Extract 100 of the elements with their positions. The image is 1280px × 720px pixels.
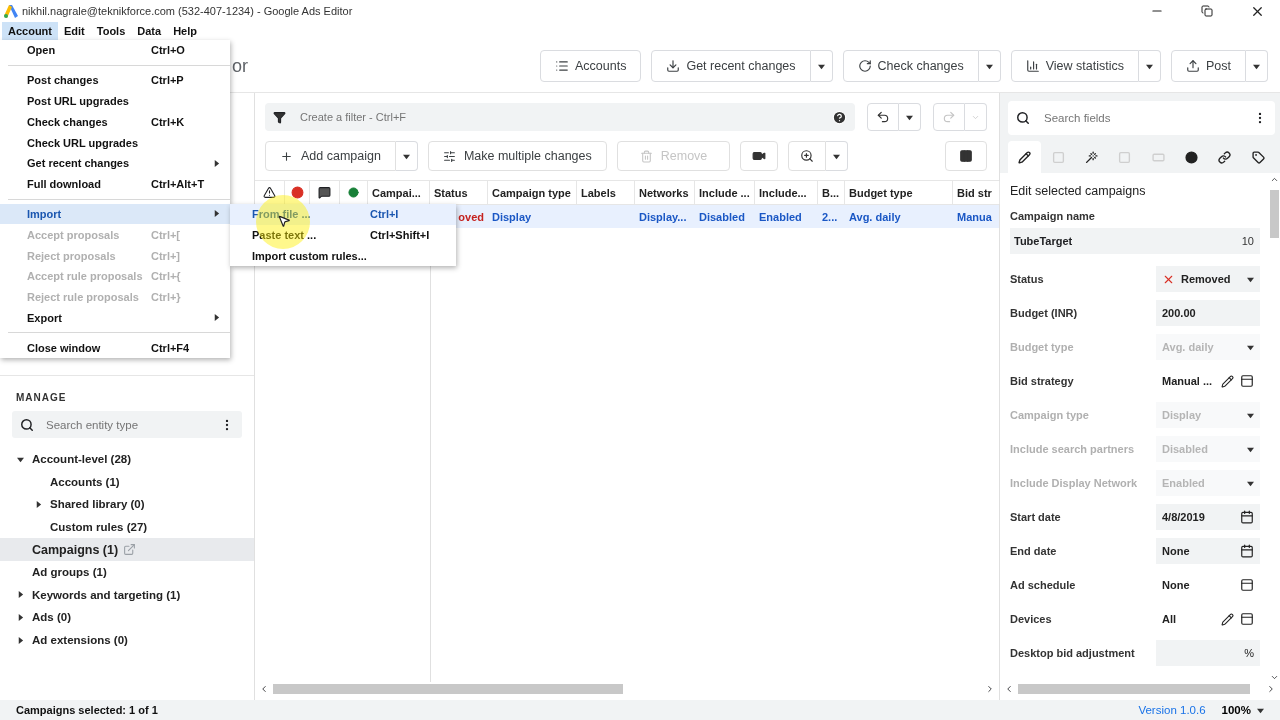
toolbar-button[interactable]: View statistics [1010, 50, 1139, 82]
multiple-changes-button[interactable]: Make multiple changes [427, 141, 607, 171]
scrollbar-thumb[interactable] [1018, 684, 1250, 694]
menu-item[interactable]: Tools [90, 22, 132, 40]
panel-button[interactable] [1240, 612, 1254, 626]
calendar-icon[interactable] [1240, 544, 1254, 558]
field-value: None [1162, 579, 1191, 591]
scrollbar-thumb[interactable] [273, 684, 623, 694]
panel-button[interactable] [1240, 374, 1254, 388]
scroll-left-icon[interactable] [1004, 684, 1014, 694]
search-box[interactable]: Search fields [1008, 101, 1275, 135]
column-header[interactable]: Budget type [845, 181, 953, 204]
date-field[interactable]: 4/8/2019 [1156, 504, 1260, 530]
refresh-icon [857, 59, 872, 73]
caret-icon [34, 501, 42, 508]
caret-icon [1146, 62, 1153, 70]
scroll-left-icon[interactable] [259, 684, 269, 694]
column-header[interactable]: Campaign type [488, 181, 577, 204]
filter-field[interactable]: Create a filter - Ctrl+F [298, 110, 820, 124]
menu-item[interactable]: Import [0, 203, 230, 225]
tree-item[interactable]: Shared library (0) [50, 498, 145, 511]
columns-icon [959, 149, 973, 163]
tree-item[interactable]: Keywords and targeting (1) [32, 588, 181, 601]
dropdown-button[interactable] [395, 141, 418, 171]
menu-item[interactable]: Edit [58, 22, 91, 40]
column-header[interactable]: B... [818, 181, 845, 204]
search-box[interactable]: Search entity type [12, 411, 242, 438]
field-label: End date [1010, 545, 1058, 557]
toolbar-button[interactable]: Post [1171, 50, 1246, 82]
menu-item[interactable]: Get recent changes [0, 153, 230, 174]
panel-tab[interactable] [1008, 141, 1042, 173]
scrollbar-thumb[interactable] [1269, 190, 1279, 238]
calendar-icon[interactable] [1240, 510, 1254, 524]
panel-button[interactable] [1240, 578, 1254, 592]
column-header[interactable]: Networks [635, 181, 695, 204]
caret-icon [16, 591, 24, 599]
columns-button[interactable] [945, 141, 987, 171]
field-label: Start date [1010, 511, 1062, 523]
column-header[interactable]: Include ... [695, 181, 755, 204]
undo-icon [876, 110, 890, 124]
upload-icon [1186, 59, 1200, 73]
caret-icon [1247, 411, 1254, 419]
menu-item[interactable]: Post changes Ctrl+P [0, 69, 230, 91]
menu-item[interactable]: Full download Ctrl+Alt+T [0, 173, 230, 195]
search-field[interactable]: Search fields [1042, 111, 1241, 125]
scroll-up-icon[interactable] [1269, 175, 1279, 184]
input-field[interactable]: 200.00 [1156, 300, 1260, 326]
panel-icon [1240, 374, 1254, 388]
version-link[interactable]: Version 1.0.6 [1138, 704, 1206, 716]
search-field[interactable]: Search entity type [44, 417, 210, 432]
edit-button[interactable] [1221, 612, 1234, 626]
search-icon [1016, 111, 1030, 125]
menu-item[interactable]: Post URL upgrades [0, 90, 230, 112]
menu-item[interactable]: Import custom rules... [230, 245, 456, 267]
scroll-down-icon[interactable] [1269, 673, 1279, 682]
input-field[interactable]: TubeTarget 10 [1010, 228, 1260, 254]
tree-item[interactable]: Custom rules (27) [50, 521, 148, 534]
dropdown-button[interactable] [899, 103, 921, 131]
undo-button[interactable] [867, 103, 899, 131]
column-header[interactable]: Bid str [953, 181, 1000, 204]
dropdown-button[interactable] [826, 141, 849, 171]
tree-item[interactable]: Accounts (1) [50, 475, 120, 488]
add-button[interactable]: Add campaign [265, 141, 396, 171]
tree-item[interactable]: Campaigns (1) [32, 542, 119, 557]
input-field[interactable]: % [1156, 640, 1260, 666]
toolbar-button[interactable]: Get recent changes [651, 50, 811, 82]
menu-item[interactable]: Close window Ctrl+F4 [0, 337, 230, 359]
tree-item[interactable]: Ads (0) [32, 611, 71, 624]
tree-item[interactable]: Account-level (28) [32, 453, 132, 466]
date-field[interactable]: None [1156, 538, 1260, 564]
search-icon [20, 417, 34, 432]
scroll-right-icon[interactable] [985, 684, 995, 694]
column-header[interactable]: Labels [577, 181, 635, 204]
menu-item[interactable]: Account [2, 22, 58, 40]
menu-item[interactable]: Data [131, 22, 168, 40]
menu-item[interactable]: Export [0, 307, 230, 329]
menu-item[interactable]: Open Ctrl+O [0, 40, 230, 61]
menu-item[interactable]: Check changes Ctrl+K [0, 111, 230, 133]
table-cell-text: Enabled [758, 209, 803, 225]
field-label: Include search partners [1010, 443, 1136, 455]
menu-item[interactable]: Check URL upgrades [0, 132, 230, 153]
video-button[interactable] [740, 141, 779, 171]
dropdown-field[interactable]: Removed [1156, 266, 1260, 292]
table-cell-text: oved [457, 209, 485, 225]
filter-box[interactable]: Create a filter - Ctrl+F [265, 103, 855, 131]
help-icon[interactable] [832, 109, 847, 125]
scroll-right-icon[interactable] [1266, 684, 1276, 694]
tree-item[interactable]: Ad extensions (0) [32, 634, 128, 647]
zoom-button[interactable] [788, 141, 827, 171]
edit-button[interactable] [1221, 374, 1234, 388]
toolbar-button[interactable]: Accounts [540, 50, 642, 82]
tree-item[interactable]: Ad groups (1) [32, 566, 107, 579]
tag-icon [1251, 150, 1265, 164]
redo-icon [942, 110, 956, 124]
selected-tree-row[interactable]: Campaigns (1) [0, 538, 254, 561]
zoom-dropdown[interactable]: 100% [1221, 704, 1264, 716]
field-label: Status [1010, 273, 1045, 285]
menu-item[interactable]: Help [167, 22, 203, 40]
toolbar-button[interactable]: Check changes [842, 50, 979, 82]
column-header[interactable]: Include... [755, 181, 818, 204]
